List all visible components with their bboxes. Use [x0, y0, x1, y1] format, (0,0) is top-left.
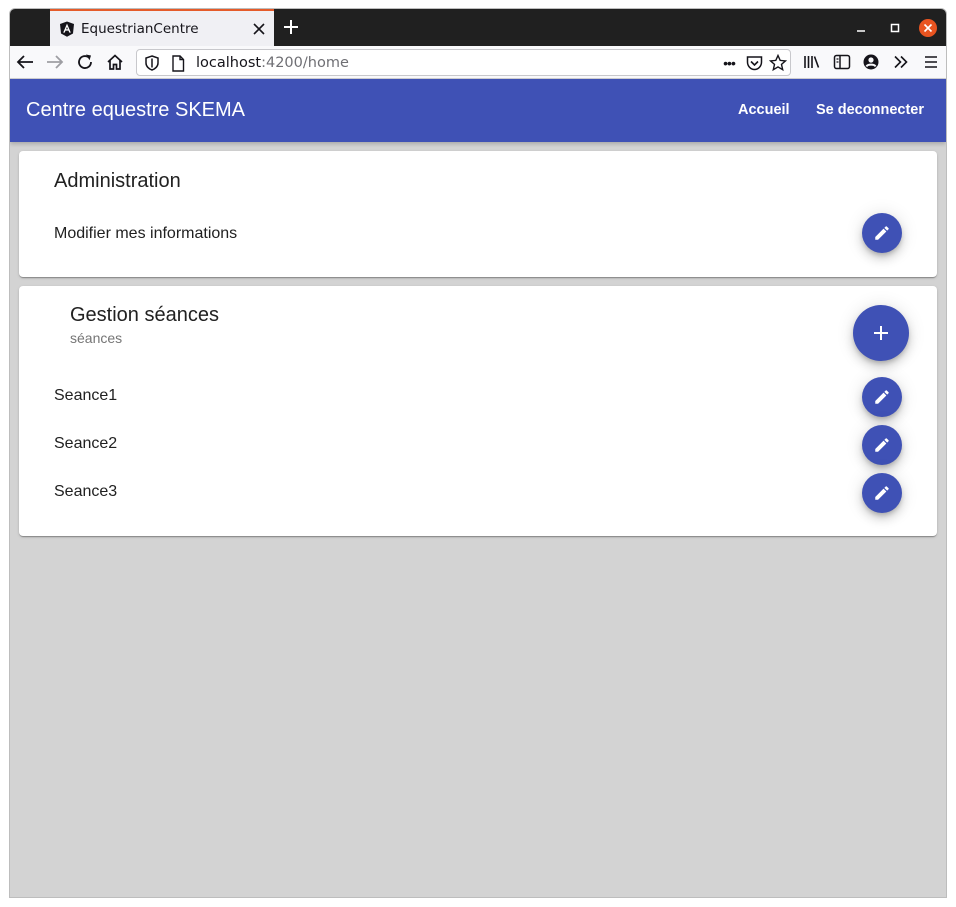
session-item-2: Seance2	[54, 435, 118, 452]
url-bar[interactable]: localhost:4200/home •••	[136, 49, 791, 76]
sessions-card: Gestion séances séances Seance1 Seance2 …	[19, 286, 937, 536]
nav-logout-button[interactable]: Se deconnecter	[816, 102, 924, 118]
sessions-subtitle: séances	[70, 330, 123, 346]
page-actions-icon[interactable]: •••	[719, 53, 739, 73]
new-tab-icon[interactable]	[282, 19, 300, 37]
edit-session-3-button[interactable]	[862, 473, 902, 513]
bookmark-star-icon[interactable]	[768, 53, 788, 73]
pencil-icon	[875, 226, 889, 240]
sidebar-icon[interactable]	[832, 52, 852, 72]
pocket-icon[interactable]	[744, 53, 764, 73]
close-tab-icon[interactable]	[250, 20, 268, 38]
modify-info-label: Modifier mes informations	[54, 225, 238, 242]
browser-window: EquestrianCentre localhost:4200/home •••…	[9, 8, 947, 898]
url-host: localhost	[196, 55, 262, 71]
account-icon[interactable]	[861, 52, 881, 72]
maximize-icon[interactable]	[886, 19, 904, 37]
close-window-icon[interactable]	[919, 19, 937, 37]
pencil-icon	[875, 390, 889, 404]
page-info-icon[interactable]	[168, 53, 188, 73]
overflow-chevrons-icon[interactable]	[891, 52, 911, 72]
app-toolbar: Centre equestre SKEMA Accueil Se deconne…	[10, 79, 946, 142]
forward-icon[interactable]	[45, 52, 65, 72]
tab-strip: EquestrianCentre	[10, 9, 946, 46]
back-icon[interactable]	[15, 52, 35, 72]
browser-toolbar: localhost:4200/home •••	[10, 46, 946, 79]
tracking-shield-icon[interactable]	[142, 53, 162, 73]
angular-favicon-icon	[59, 21, 75, 37]
reload-icon[interactable]	[75, 52, 95, 72]
edit-session-1-button[interactable]	[862, 377, 902, 417]
url-path: :4200/home	[261, 55, 349, 71]
edit-session-2-button[interactable]	[862, 425, 902, 465]
plus-icon	[874, 326, 888, 340]
hamburger-menu-icon[interactable]	[921, 52, 941, 72]
tab-title: EquestrianCentre	[81, 20, 199, 37]
sessions-title: Gestion séances	[70, 304, 219, 326]
pencil-icon	[875, 486, 889, 500]
minimize-icon[interactable]	[852, 19, 870, 37]
session-item-1: Seance1	[54, 387, 118, 404]
add-session-button[interactable]	[853, 305, 909, 361]
session-item-3: Seance3	[54, 483, 118, 500]
library-icon[interactable]	[802, 52, 822, 72]
url-text: localhost:4200/home	[196, 55, 349, 71]
edit-info-button[interactable]	[862, 213, 902, 253]
nav-accueil-button[interactable]: Accueil	[738, 102, 790, 118]
administration-title: Administration	[54, 170, 181, 192]
pencil-icon	[875, 438, 889, 452]
app-title: Centre equestre SKEMA	[26, 99, 245, 121]
browser-tab[interactable]: EquestrianCentre	[50, 9, 274, 46]
home-icon[interactable]	[105, 52, 125, 72]
administration-card: Administration Modifier mes informations	[19, 151, 937, 277]
